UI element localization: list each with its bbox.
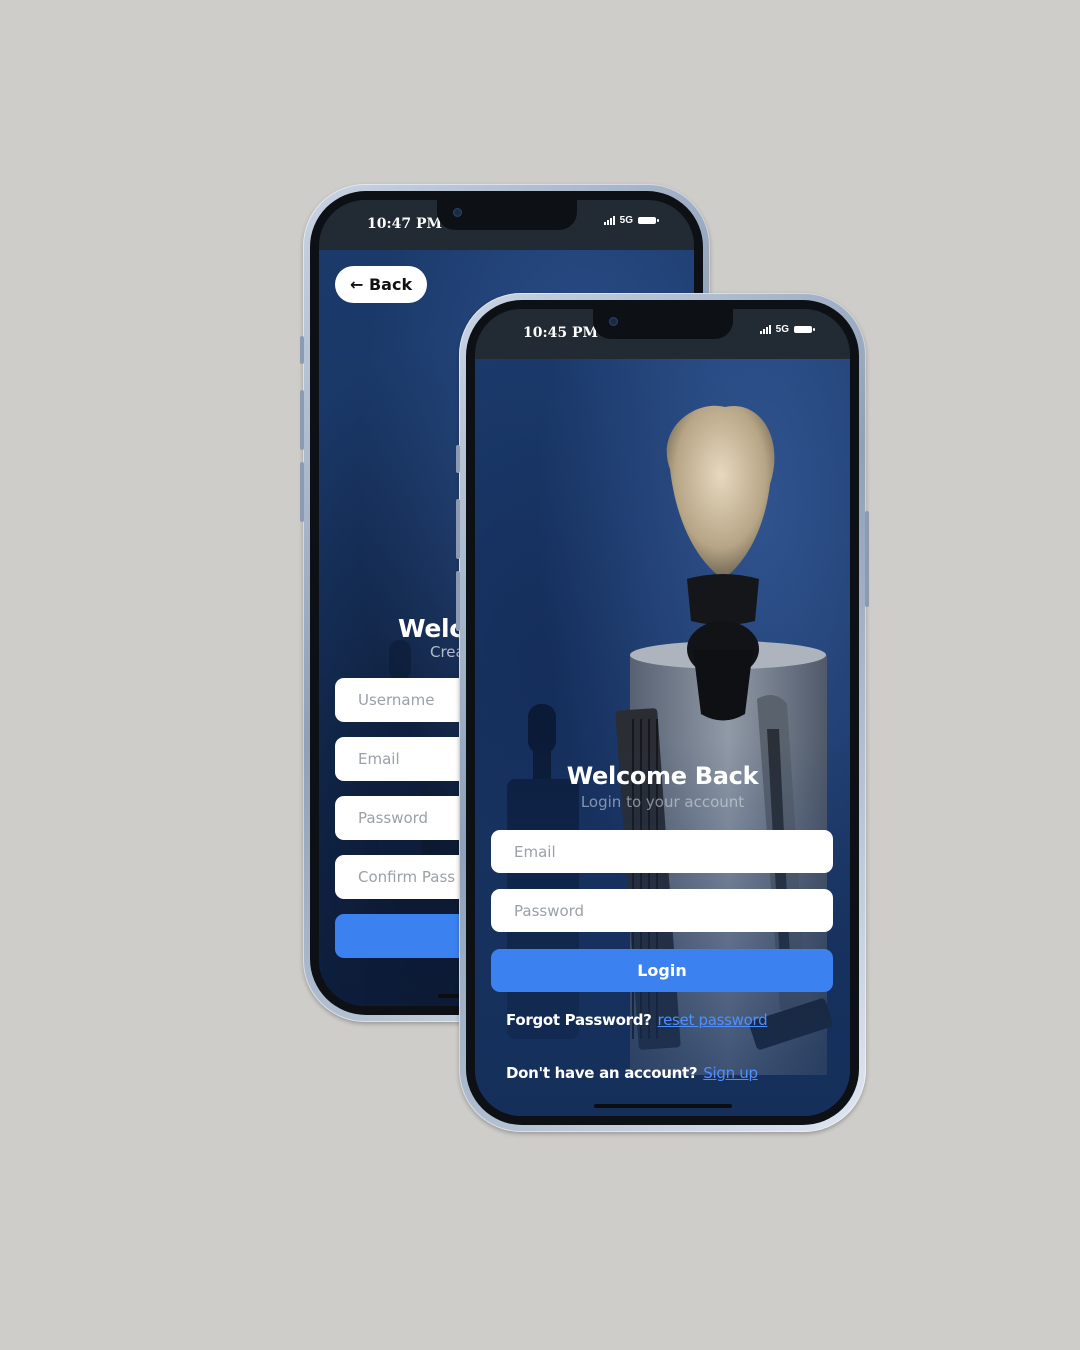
network-label: 5G [619,215,633,226]
volume-up-button [300,390,304,450]
forgot-password-label: Forgot Password? [506,1011,652,1029]
signal-icon [603,216,615,225]
volume-down-button [456,571,460,631]
signup-title: Welc [398,614,464,643]
reset-password-link[interactable]: reset password [658,1011,768,1029]
signup-line: Don't have an account? Sign up [506,1064,758,1082]
signal-icon [759,325,771,334]
login-button[interactable]: Login [491,949,833,992]
login-subtitle: Login to your account [580,793,745,811]
camera-icon [452,208,462,217]
power-button [865,511,869,607]
signup-link[interactable]: Sign up [703,1064,758,1082]
volume-down-button [300,462,304,522]
battery-icon [638,217,659,224]
camera-icon [608,317,618,326]
notch [592,309,733,339]
login-title: Welcome Back [566,762,759,790]
battery-icon [794,326,815,333]
mute-switch [300,336,304,364]
status-time: 10:45 PM [523,325,599,341]
email-input[interactable]: Email [491,830,833,873]
product-photo [475,405,850,1116]
back-button[interactable]: ← Back [335,266,428,303]
forgot-password-line: Forgot Password? reset password [506,1011,768,1029]
login-screen: 10:45 PM 5G Welcome Back Login to your a… [475,309,850,1116]
login-phone: 10:45 PM 5G Welcome Back Login to your a… [456,293,869,1132]
home-indicator [593,1104,732,1108]
notch [436,200,577,230]
mute-switch [456,445,460,473]
network-label: 5G [775,324,789,335]
status-time: 10:47 PM [367,216,443,232]
volume-up-button [456,499,460,559]
signup-prompt-label: Don't have an account? [506,1064,698,1082]
password-input[interactable]: Password [491,889,833,932]
